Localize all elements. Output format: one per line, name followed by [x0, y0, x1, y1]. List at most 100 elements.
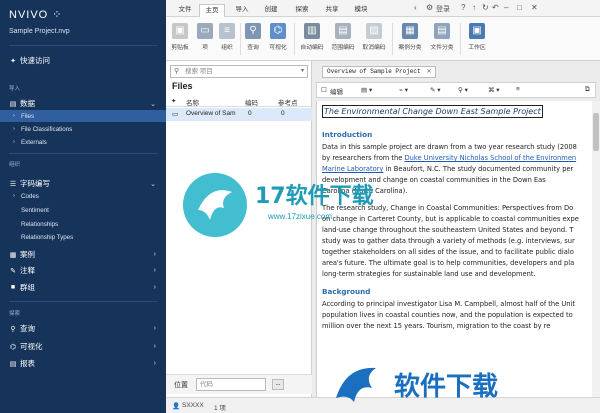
tool-icon[interactable]: ⌘ ▾	[488, 86, 500, 94]
column-header-name[interactable]: 名称	[186, 97, 199, 107]
report-icon: ▤	[9, 360, 17, 368]
tab-explore[interactable]: 探索	[290, 4, 314, 17]
nav-cases[interactable]: ▦ 案例 ›	[0, 248, 166, 261]
arrow-up-icon[interactable]: ↑	[472, 3, 476, 12]
sets-icon: ■	[10, 284, 16, 291]
autocode-icon: ▥	[304, 23, 320, 39]
help-icon[interactable]: ?	[461, 3, 465, 12]
status-bar: 👤 SXXXX 1 项	[166, 397, 600, 413]
tab-modules[interactable]: 模块	[349, 4, 373, 17]
nav-notes[interactable]: ✎ 注释 ›	[0, 264, 166, 277]
nav-query[interactable]: ⚲ 查询 ›	[0, 322, 166, 335]
sync-icon[interactable]: ↻	[482, 3, 489, 12]
quick-access[interactable]: ✦ 快速访问	[0, 54, 166, 67]
case-classification-icon: ▦	[402, 23, 418, 39]
tab-import[interactable]: 导入	[230, 4, 254, 17]
document-body[interactable]: The Environmental Change Down East Sampl…	[316, 101, 592, 413]
tab-share[interactable]: 共享	[320, 4, 344, 17]
nav-data[interactable]: ▤ 数据 ⌄	[0, 97, 166, 110]
chevron-right-icon: ›	[153, 325, 156, 332]
nav-reports[interactable]: ▤ 报表 ›	[0, 357, 166, 370]
table-row[interactable]: ▭ Overview of Sam 0 0	[166, 108, 312, 121]
sidebar-item-relationship-types[interactable]: Relationship Types	[0, 231, 166, 243]
clipboard-button[interactable]: ▣ 剪贴板	[168, 20, 192, 58]
sidebar-item-relationships[interactable]: Relationships	[0, 218, 166, 230]
text-run: Data in this sample project are drawn fr…	[322, 143, 577, 151]
uncode-button[interactable]: ▧ 取消编码	[359, 20, 389, 58]
navigation-sidebar: NVIVO ⁘ Sample Project.nvp ✦ 快速访问 导入 ▤ 数…	[0, 0, 166, 413]
workspace-button[interactable]: ▣ 工作区	[464, 20, 490, 58]
cases-icon: ▦	[9, 251, 17, 259]
more-button[interactable]: ...	[272, 379, 284, 390]
window-icon[interactable]: ⧉	[585, 86, 590, 94]
checkbox-icon[interactable]: ☐	[321, 86, 327, 94]
divider	[9, 45, 157, 46]
uncode-icon: ▧	[366, 23, 382, 39]
paragraph-study: The research study, Change in Coastal Co…	[322, 203, 588, 280]
hyperlink[interactable]: Duke University Nicholas School of the E…	[405, 154, 577, 162]
case-classification-button[interactable]: ▦ 案例分类	[395, 20, 425, 58]
undo-icon[interactable]: ↶	[492, 3, 499, 12]
tab-home[interactable]: 主页	[199, 4, 225, 17]
ribbon-left-icon[interactable]: ‹	[414, 3, 417, 12]
project-name[interactable]: Sample Project.nvp	[9, 28, 70, 35]
zoom-icon[interactable]: ⚲ ▾	[458, 86, 468, 94]
gear-icon[interactable]: ⚙	[426, 3, 433, 12]
query-icon: ⚲	[10, 325, 16, 333]
close-icon[interactable]: ✕	[427, 67, 432, 77]
organize-button[interactable]: ≡ 组织	[218, 20, 236, 58]
column-header-codes[interactable]: 编码	[245, 97, 258, 107]
code-panel-icon[interactable]: ▤ ▾	[361, 86, 372, 94]
divider	[9, 301, 157, 302]
signin-label[interactable]: 登录	[436, 4, 450, 14]
visualize-button[interactable]: ⌬ 可视化	[266, 20, 290, 58]
annotation-icon[interactable]: ✎ ▾	[430, 86, 441, 94]
sidebar-item-files[interactable]: › Files	[0, 110, 166, 122]
maximize-icon[interactable]: □	[517, 3, 522, 12]
visualize-icon: ⌬	[270, 23, 286, 39]
scrollbar[interactable]	[592, 101, 600, 413]
chevron-right-icon: ›	[153, 267, 156, 274]
query-button[interactable]: ⚲ 查询	[244, 20, 262, 58]
file-classification-icon: ▤	[434, 23, 450, 39]
autocode-button[interactable]: ▥ 自动编码	[297, 20, 327, 58]
text-run: on change in Carteret County, but is app…	[322, 215, 579, 223]
minimize-icon[interactable]: –	[504, 3, 508, 12]
codes-cell: 0	[248, 110, 252, 117]
item-button[interactable]: ▭ 项	[196, 20, 214, 58]
column-header-references[interactable]: 参考点	[278, 97, 298, 107]
text-run: According to principal investigator Lisa…	[322, 300, 576, 308]
location-select[interactable]: 代码	[196, 378, 266, 391]
hyperlink[interactable]: Marine Laboratory	[322, 165, 383, 173]
close-icon[interactable]: ✕	[531, 3, 538, 12]
text-run: area's future. The ultimate goal is to h…	[322, 259, 575, 267]
file-classification-button[interactable]: ▤ 文件分类	[427, 20, 457, 58]
sidebar-item-externals[interactable]: › Externals	[0, 136, 166, 148]
text-run: Carolina (North Carolina).	[322, 187, 408, 195]
chevron-down-icon: ⌄	[150, 100, 156, 108]
chevron-right-icon: ›	[13, 113, 15, 119]
nav-coding[interactable]: ☰ 字码编写 ⌄	[0, 177, 166, 190]
chevron-down-icon[interactable]: ▾	[301, 66, 304, 77]
tab-create[interactable]: 创建	[259, 4, 283, 17]
ribbon-separator	[460, 23, 461, 55]
ribbon-separator	[392, 23, 393, 55]
sidebar-item-file-classifications[interactable]: › File Classifications	[0, 123, 166, 135]
sort-icon[interactable]: ✦	[171, 97, 176, 105]
sidebar-item-sentiment[interactable]: Sentiment	[0, 204, 166, 216]
ribbon-separator	[294, 23, 295, 55]
nav-sets[interactable]: ■ 群组 ›	[0, 281, 166, 294]
options-icon[interactable]: ≡	[516, 86, 520, 93]
range-code-button[interactable]: ▤ 范围编码	[328, 20, 358, 58]
coding-icon: ☰	[9, 180, 17, 188]
tab-file[interactable]: 文件	[174, 4, 196, 17]
nav-visualize[interactable]: ⌬ 可视化 ›	[0, 340, 166, 353]
notes-icon: ✎	[10, 267, 16, 275]
document-icon: ▭	[172, 111, 179, 118]
search-input[interactable]: ⚲ 搜索 项目 ▾	[170, 65, 308, 78]
sidebar-item-codes[interactable]: › Codes	[0, 190, 166, 202]
scrollbar-thumb[interactable]	[593, 113, 599, 151]
document-tab[interactable]: Overview of Sample Project ✕	[322, 66, 436, 78]
highlight-icon[interactable]: ⌁ ▾	[399, 86, 408, 94]
edit-button[interactable]: 编辑	[330, 86, 343, 96]
